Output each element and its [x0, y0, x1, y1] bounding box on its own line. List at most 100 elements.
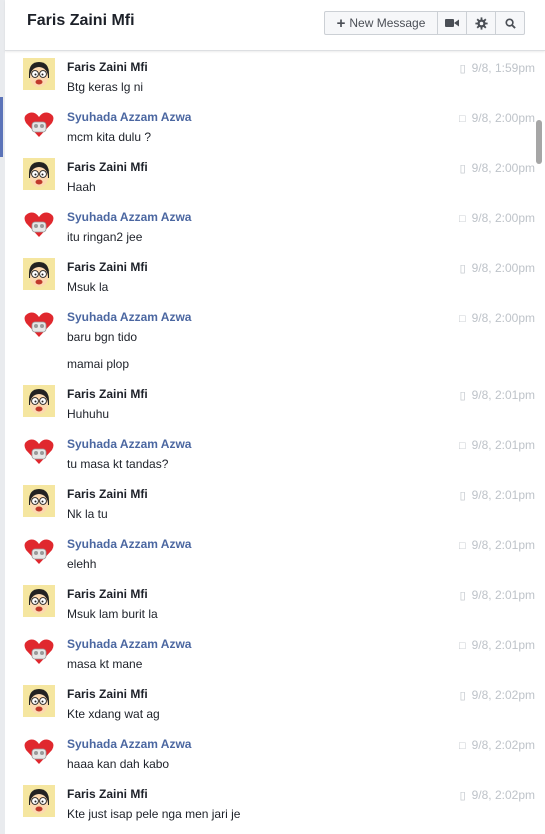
message-text: mamai plop [67, 357, 130, 371]
message-text: Msuk la [67, 280, 109, 294]
message-text: Btg keras lg ni [67, 80, 144, 94]
timestamp-text: 9/8, 2:01pm [471, 638, 535, 652]
message-timestamp: ▯ 9/8, 2:01pm [460, 388, 535, 402]
new-message-label: New Message [349, 16, 426, 30]
chat-bubble-icon: □ [458, 213, 466, 225]
recipient-avatar[interactable] [23, 308, 55, 340]
sender-avatar[interactable] [23, 785, 55, 817]
sender-name[interactable]: Syuhada Azzam Azwa [67, 737, 191, 751]
chat-bubble-icon: □ [458, 540, 466, 552]
message-timestamp: ▯ 9/8, 2:00pm [460, 261, 535, 275]
new-message-button[interactable]: + New Message [325, 12, 438, 34]
chat-bubble-icon: □ [458, 113, 466, 125]
message-text: tu masa kt tandas? [67, 457, 169, 471]
recipient-avatar[interactable] [23, 208, 55, 240]
recipient-avatar[interactable] [23, 635, 55, 667]
message-text: masa kt mane [67, 657, 143, 671]
timestamp-text: 9/8, 2:01pm [471, 438, 535, 452]
sender-name[interactable]: Syuhada Azzam Azwa [67, 110, 191, 124]
message-text: itu ringan2 jee [67, 230, 143, 244]
message-timestamp: □ 9/8, 2:02pm [459, 738, 535, 752]
mobile-phone-icon: ▯ [459, 163, 466, 175]
message-timestamp: ▯ 9/8, 2:01pm [460, 588, 535, 602]
search-button[interactable] [496, 12, 524, 34]
message-timestamp: □ 9/8, 2:01pm [459, 438, 535, 452]
sender-avatar[interactable] [23, 485, 55, 517]
chat-bubble-icon: □ [458, 740, 466, 752]
sender-name[interactable]: Faris Zaini Mfi [67, 787, 148, 801]
sender-name[interactable]: Faris Zaini Mfi [67, 487, 148, 501]
message-text: Kte just isap pele nga men jari je [67, 807, 241, 821]
message-text: Haah [67, 180, 96, 194]
sender-avatar[interactable] [23, 685, 55, 717]
header-actions: + New Message [324, 11, 525, 35]
sender-name[interactable]: Syuhada Azzam Azwa [67, 437, 191, 451]
message-timestamp: ▯ 9/8, 2:02pm [460, 788, 535, 802]
message-timestamp: ▯ 9/8, 2:02pm [460, 688, 535, 702]
conversation-title: Faris Zaini Mfi [27, 12, 135, 29]
message-timestamp: ▯ 9/8, 2:01pm [460, 488, 535, 502]
message-timestamp: ▯ 9/8, 2:00pm [460, 161, 535, 175]
sender-avatar[interactable] [23, 585, 55, 617]
recipient-avatar[interactable] [23, 535, 55, 567]
sender-name[interactable]: Syuhada Azzam Azwa [67, 210, 191, 224]
recipient-avatar[interactable] [23, 435, 55, 467]
recipient-avatar[interactable] [23, 108, 55, 140]
message-timestamp: □ 9/8, 2:00pm [459, 311, 535, 325]
timestamp-text: 9/8, 2:01pm [471, 488, 535, 502]
timestamp-text: 9/8, 2:01pm [471, 538, 535, 552]
timestamp-text: 9/8, 2:00pm [471, 111, 535, 125]
timestamp-text: 9/8, 2:00pm [471, 261, 535, 275]
message-text: Msuk lam burit la [67, 607, 158, 621]
message-text: haaa kan dah kabo [67, 757, 170, 771]
timestamp-text: 9/8, 2:02pm [471, 738, 535, 752]
mobile-phone-icon: ▯ [459, 790, 466, 802]
timestamp-text: 9/8, 2:00pm [471, 211, 535, 225]
chat-bubble-icon: □ [458, 640, 466, 652]
gear-icon [474, 16, 488, 30]
sender-name[interactable]: Faris Zaini Mfi [67, 160, 148, 174]
timestamp-text: 9/8, 2:02pm [471, 688, 535, 702]
active-conversation-indicator [0, 97, 3, 157]
message-text: elehh [67, 557, 97, 571]
mobile-phone-icon: ▯ [459, 690, 466, 702]
timestamp-text: 9/8, 2:02pm [471, 788, 535, 802]
message-timestamp: □ 9/8, 2:01pm [459, 638, 535, 652]
scrollbar-thumb[interactable] [536, 120, 542, 164]
timestamp-text: 9/8, 1:59pm [471, 61, 535, 75]
sender-name[interactable]: Faris Zaini Mfi [67, 60, 148, 74]
mobile-phone-icon: ▯ [459, 63, 466, 75]
timestamp-text: 9/8, 2:01pm [471, 388, 535, 402]
mobile-phone-icon: ▯ [459, 263, 466, 275]
sender-name[interactable]: Faris Zaini Mfi [67, 387, 148, 401]
sender-avatar[interactable] [23, 258, 55, 290]
video-call-button[interactable] [438, 12, 467, 34]
message-text: Nk la tu [67, 507, 108, 521]
message-text: baru bgn tido [67, 330, 138, 344]
conversation-header: Faris Zaini Mfi + New Message [5, 0, 545, 51]
plus-icon: + [336, 14, 346, 32]
chat-bubble-icon: □ [458, 440, 466, 452]
message-timestamp: □ 9/8, 2:01pm [459, 538, 535, 552]
sender-name[interactable]: Syuhada Azzam Azwa [67, 310, 191, 324]
sender-name[interactable]: Syuhada Azzam Azwa [67, 637, 191, 651]
mobile-phone-icon: ▯ [459, 490, 466, 502]
chat-bubble-icon: □ [458, 313, 466, 325]
message-text: Kte xdang wat ag [67, 707, 160, 721]
settings-button[interactable] [467, 12, 496, 34]
timestamp-text: 9/8, 2:00pm [471, 311, 535, 325]
sender-name[interactable]: Faris Zaini Mfi [67, 587, 148, 601]
sender-avatar[interactable] [23, 385, 55, 417]
message-timestamp: □ 9/8, 2:00pm [459, 211, 535, 225]
message-text: Huhuhu [67, 407, 110, 421]
sender-name[interactable]: Faris Zaini Mfi [67, 260, 148, 274]
message-text: mcm kita dulu ? [67, 130, 152, 144]
sender-name[interactable]: Faris Zaini Mfi [67, 687, 148, 701]
recipient-avatar[interactable] [23, 735, 55, 767]
mobile-phone-icon: ▯ [459, 590, 466, 602]
mobile-phone-icon: ▯ [459, 390, 466, 402]
search-icon [504, 17, 516, 29]
sender-name[interactable]: Syuhada Azzam Azwa [67, 537, 191, 551]
sender-avatar[interactable] [23, 58, 55, 90]
sender-avatar[interactable] [23, 158, 55, 190]
